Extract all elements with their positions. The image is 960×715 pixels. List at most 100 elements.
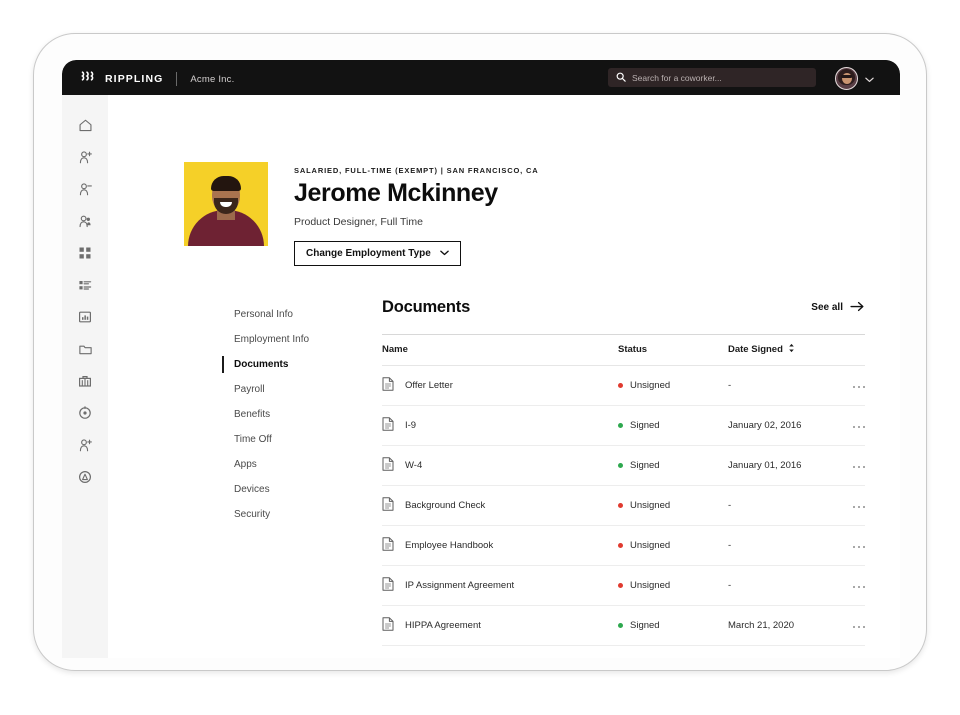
column-header-date-signed-label: Date Signed bbox=[728, 344, 783, 355]
rail-item-settings[interactable] bbox=[62, 461, 108, 493]
status-label: Unsigned bbox=[630, 500, 670, 511]
document-icon bbox=[382, 417, 394, 434]
document-name: HIPPA Agreement bbox=[405, 620, 481, 631]
document-name: IP Assignment Agreement bbox=[405, 580, 514, 591]
status-label: Unsigned bbox=[630, 540, 670, 551]
rail-item-apps[interactable] bbox=[62, 237, 108, 269]
grid-icon bbox=[78, 246, 92, 260]
profile-header: SALARIED, FULL-TIME (EXEMPT) | SAN FRANC… bbox=[184, 162, 539, 266]
see-all-link[interactable]: See all bbox=[811, 301, 865, 315]
badge-icon bbox=[78, 470, 92, 484]
documents-table-body: Offer Letter Unsigned - bbox=[382, 366, 865, 646]
kebab-menu-icon[interactable] bbox=[853, 506, 866, 509]
subnav-item-benefits[interactable]: Benefits bbox=[222, 402, 372, 427]
subnav-item-devices[interactable]: Devices bbox=[222, 477, 372, 502]
status-label: Signed bbox=[630, 420, 660, 431]
subnav-item-security[interactable]: Security bbox=[222, 502, 372, 527]
rail-item-reports[interactable] bbox=[62, 301, 108, 333]
rail-item-hire[interactable] bbox=[62, 141, 108, 173]
rail-item-home[interactable] bbox=[62, 109, 108, 141]
subnav-item-personal-info[interactable]: Personal Info bbox=[222, 302, 372, 327]
table-row[interactable]: Offer Letter Unsigned - bbox=[382, 366, 865, 406]
kebab-menu-icon[interactable] bbox=[853, 586, 866, 589]
brand-area[interactable]: RIPPLING Acme Inc. bbox=[81, 70, 234, 88]
subnav-item-employment-info[interactable]: Employment Info bbox=[222, 327, 372, 352]
table-header-row: Name Status Date Signed bbox=[382, 335, 865, 366]
documents-table: Name Status Date Signed bbox=[382, 334, 865, 646]
kebab-menu-icon[interactable] bbox=[853, 386, 866, 389]
change-employment-type-label: Change Employment Type bbox=[306, 248, 431, 259]
date-signed-value: - bbox=[728, 486, 833, 526]
home-icon bbox=[78, 118, 93, 133]
document-name: Background Check bbox=[405, 500, 485, 511]
rail-item-benefits[interactable] bbox=[62, 365, 108, 397]
search-input[interactable] bbox=[632, 73, 808, 83]
date-signed-value: March 21, 2020 bbox=[728, 606, 833, 646]
table-row[interactable]: Background Check Unsigned - bbox=[382, 486, 865, 526]
kebab-menu-icon[interactable] bbox=[853, 426, 866, 429]
company-name: Acme Inc. bbox=[190, 74, 234, 85]
list-icon bbox=[78, 278, 92, 292]
search-icon bbox=[616, 69, 626, 87]
employee-photo bbox=[184, 162, 268, 246]
people-icon bbox=[78, 214, 93, 229]
table-row[interactable]: I-9 Signed January 02, 2016 bbox=[382, 406, 865, 446]
see-all-label: See all bbox=[811, 302, 843, 313]
profile-subnav: Personal Info Employment Info Documents … bbox=[222, 302, 372, 527]
chevron-down-icon bbox=[440, 248, 449, 259]
rail-item-goals[interactable] bbox=[62, 397, 108, 429]
table-row[interactable]: IP Assignment Agreement Unsigned - bbox=[382, 566, 865, 606]
kebab-menu-icon[interactable] bbox=[853, 466, 866, 469]
document-name: I-9 bbox=[405, 420, 416, 431]
user-menu[interactable] bbox=[835, 67, 874, 90]
search-box[interactable] bbox=[608, 68, 816, 87]
rail-item-documents[interactable] bbox=[62, 333, 108, 365]
table-row[interactable]: Employee Handbook Unsigned - bbox=[382, 526, 865, 566]
documents-title: Documents bbox=[382, 298, 470, 317]
status-dot bbox=[618, 383, 623, 388]
chevron-down-icon[interactable] bbox=[865, 70, 874, 88]
subnav-item-documents[interactable]: Documents bbox=[222, 352, 372, 377]
status-dot bbox=[618, 503, 623, 508]
main-content: SALARIED, FULL-TIME (EXEMPT) | SAN FRANC… bbox=[108, 95, 900, 658]
rail-item-people[interactable] bbox=[62, 205, 108, 237]
sort-updown-icon[interactable] bbox=[788, 343, 795, 356]
document-icon bbox=[382, 497, 394, 514]
status-label: Unsigned bbox=[630, 380, 670, 391]
rail-item-terminate[interactable] bbox=[62, 173, 108, 205]
job-title: Product Designer, Full Time bbox=[294, 216, 539, 228]
person-add-icon bbox=[78, 150, 93, 165]
documents-panel-header: Documents See all bbox=[382, 298, 865, 334]
kebab-menu-icon[interactable] bbox=[853, 626, 866, 629]
column-header-status[interactable]: Status bbox=[618, 335, 728, 366]
kebab-menu-icon[interactable] bbox=[853, 546, 866, 549]
subnav-item-time-off[interactable]: Time Off bbox=[222, 427, 372, 452]
subnav-item-apps[interactable]: Apps bbox=[222, 452, 372, 477]
person-remove-icon bbox=[78, 182, 93, 197]
change-employment-type-button[interactable]: Change Employment Type bbox=[294, 241, 461, 266]
column-header-date-signed[interactable]: Date Signed bbox=[728, 335, 833, 366]
rippling-logo-icon bbox=[81, 70, 96, 88]
screen: RIPPLING Acme Inc. bbox=[62, 60, 900, 658]
status-dot bbox=[618, 423, 623, 428]
column-header-name[interactable]: Name bbox=[382, 335, 618, 366]
date-signed-value: January 01, 2016 bbox=[728, 446, 833, 486]
top-navigation-bar: RIPPLING Acme Inc. bbox=[62, 60, 900, 95]
document-name: Employee Handbook bbox=[405, 540, 493, 551]
column-header-actions bbox=[833, 335, 865, 366]
user-avatar[interactable] bbox=[835, 67, 858, 90]
date-signed-value: January 02, 2016 bbox=[728, 406, 833, 446]
document-icon bbox=[382, 537, 394, 554]
employment-meta: SALARIED, FULL-TIME (EXEMPT) | SAN FRANC… bbox=[294, 166, 539, 175]
date-signed-value: - bbox=[728, 566, 833, 606]
chart-icon bbox=[78, 310, 92, 324]
rail-item-recruiting[interactable] bbox=[62, 429, 108, 461]
table-row[interactable]: W-4 Signed January 01, 2016 bbox=[382, 446, 865, 486]
person-add-alt-icon bbox=[78, 438, 93, 453]
table-row[interactable]: HIPPA Agreement Signed March 21, 2020 bbox=[382, 606, 865, 646]
document-name: W-4 bbox=[405, 460, 422, 471]
subnav-item-payroll[interactable]: Payroll bbox=[222, 377, 372, 402]
status-label: Signed bbox=[630, 460, 660, 471]
rail-item-tasks[interactable] bbox=[62, 269, 108, 301]
arrow-right-icon bbox=[850, 301, 865, 315]
